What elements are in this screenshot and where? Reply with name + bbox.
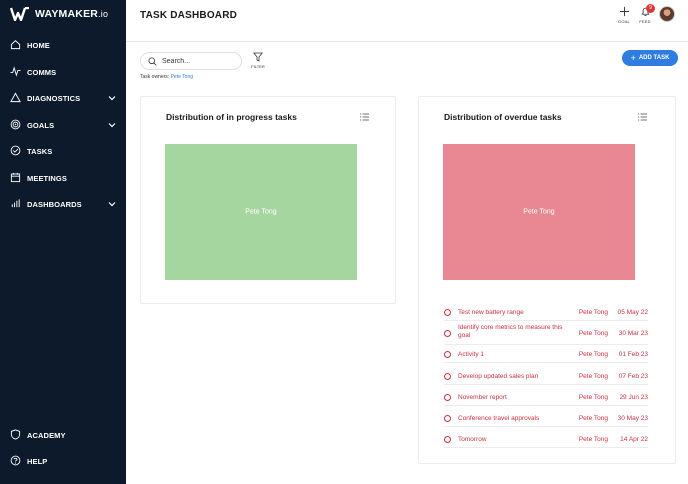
task-due-date: 30 May 23 [617, 415, 648, 422]
task-status-circle-icon[interactable] [444, 351, 451, 358]
task-due-date: 30 Mar 23 [618, 330, 648, 337]
help-icon [10, 455, 21, 466]
task-status-circle-icon[interactable] [444, 309, 451, 316]
task-owners-label: Task owners: [140, 74, 170, 80]
sidebar-item-label: DIAGNOSTICS [27, 94, 81, 103]
add-task-button[interactable]: + ADD TASK [622, 50, 678, 66]
goal-label: GOAL [618, 19, 630, 24]
brand-name: WAYMAKER.io [35, 8, 109, 20]
filter-button[interactable]: FILTER [250, 52, 266, 72]
sidebar-item-comms[interactable]: COMMS [0, 63, 126, 81]
chevron-down-icon[interactable] [108, 95, 116, 101]
task-status-circle-icon[interactable] [444, 436, 451, 443]
task-owner-link[interactable]: Pete Tong [171, 74, 193, 80]
task-due-date: 14 Apr 22 [620, 436, 648, 443]
task-row[interactable]: Tomorrow Pete Tong 14 Apr 22 [444, 432, 648, 448]
task-owner: Pete Tong [578, 309, 608, 316]
bar-chart-icon [11, 199, 20, 208]
shield-icon [10, 429, 21, 440]
sidebar-item-home[interactable]: HOME [0, 36, 126, 54]
task-due-date: 05 May 22 [617, 309, 648, 316]
sidebar-item-label: COMMS [27, 68, 57, 77]
task-name: Activity 1 [458, 351, 485, 358]
add-task-label: ADD TASK [638, 55, 670, 61]
task-row[interactable]: November report Pete Tong 29 Jun 23 [444, 390, 648, 406]
filter-icon [253, 52, 263, 62]
task-name: Tomorrow [458, 436, 487, 443]
sidebar-item-label: TASKS [27, 147, 53, 156]
sidebar-item-label: HOME [27, 41, 50, 50]
calendar-icon [10, 172, 21, 183]
in-progress-treemap-label: Pete Tong [245, 208, 277, 216]
task-row[interactable]: Identify core metrics to measure this go… [444, 323, 648, 345]
search-icon [148, 57, 157, 66]
task-status-circle-icon[interactable] [444, 415, 451, 422]
task-row[interactable]: Test new battery range Pete Tong 05 May 22 [444, 305, 648, 321]
task-owner: Pete Tong [578, 373, 608, 380]
sidebar-item-label: ACADEMY [27, 431, 66, 440]
task-name: November report [458, 394, 507, 401]
pulse-icon [10, 66, 21, 77]
task-owner: Pete Tong [578, 436, 608, 443]
task-name: Test new battery range [458, 309, 524, 316]
sidebar-item-diagnostics[interactable]: DIAGNOSTICS [0, 89, 126, 107]
top-bar: TASK DASHBOARD GOAL 9 FEED [126, 0, 688, 42]
task-name: Conference travel approvals [458, 415, 540, 422]
sidebar-item-meetings[interactable]: MEETINGS [0, 169, 126, 187]
task-due-date: 29 Jun 23 [619, 394, 648, 401]
task-owner: Pete Tong [578, 415, 608, 422]
filter-label: FILTER [251, 64, 265, 69]
app-logo[interactable]: WAYMAKER.io [10, 6, 108, 22]
sidebar-item-label: GOALS [27, 121, 55, 130]
overdue-card-title: Distribution of overdue tasks [444, 112, 562, 122]
target-icon [10, 119, 21, 130]
task-owners: Task owners: Pete Tong [140, 74, 193, 80]
sidebar-item-label: HELP [27, 457, 48, 466]
task-due-date: 07 Feb 23 [618, 373, 648, 380]
sidebar-item-label: DASHBOARDS [27, 200, 82, 209]
task-due-date: 01 Feb 23 [618, 351, 648, 358]
task-status-circle-icon[interactable] [444, 330, 451, 337]
task-row[interactable]: Conference travel approvals Pete Tong 30 M… [444, 411, 648, 427]
search-box[interactable] [140, 52, 242, 70]
sidebar-item-label: MEETINGS [27, 174, 67, 183]
task-name: Identify core metrics to measure this go… [458, 324, 563, 339]
add-goal-button[interactable]: GOAL [614, 6, 634, 28]
sidebar: WAYMAKER.io HOME COMMS DIAGNOSTICS GOALS… [0, 0, 126, 484]
plus-icon [619, 6, 629, 17]
overdue-treemap-label: Pete Tong [523, 208, 555, 216]
sidebar-item-help[interactable]: HELP [0, 452, 126, 470]
triangle-icon [10, 92, 21, 103]
task-owner: Pete Tong [578, 330, 608, 337]
sidebar-item-goals[interactable]: GOALS [0, 116, 126, 134]
home-icon [10, 40, 21, 50]
feed-label: FEED [639, 19, 651, 24]
task-owner: Pete Tong [578, 394, 608, 401]
chevron-down-icon[interactable] [108, 201, 116, 207]
notification-badge: 9 [646, 4, 655, 13]
task-status-circle-icon[interactable] [444, 373, 451, 380]
sidebar-item-academy[interactable]: ACADEMY [0, 426, 126, 444]
check-circle-icon [10, 145, 21, 156]
sidebar-item-dashboards[interactable]: DASHBOARDS [0, 195, 126, 213]
chevron-down-icon[interactable] [108, 122, 116, 128]
user-avatar[interactable] [659, 6, 675, 22]
task-owner: Pete Tong [578, 351, 608, 358]
task-row[interactable]: Activity 1 Pete Tong 01 Feb 23 [444, 347, 648, 363]
in-progress-card-title: Distribution of in progress tasks [166, 112, 297, 122]
feed-button[interactable]: 9 FEED [635, 4, 655, 28]
waymaker-logo-icon [10, 7, 29, 21]
sidebar-item-tasks[interactable]: TASKS [0, 142, 126, 160]
list-menu-icon[interactable] [638, 113, 647, 121]
search-input[interactable] [162, 55, 238, 68]
task-row[interactable]: Develop updated sales plan Pete Tong 07 Fe… [444, 369, 648, 385]
task-name: Develop updated sales plan [458, 373, 539, 380]
plus-icon: + [630, 52, 636, 63]
list-menu-icon[interactable] [360, 113, 369, 121]
task-status-circle-icon[interactable] [444, 394, 451, 401]
page-title: TASK DASHBOARD [140, 10, 238, 21]
